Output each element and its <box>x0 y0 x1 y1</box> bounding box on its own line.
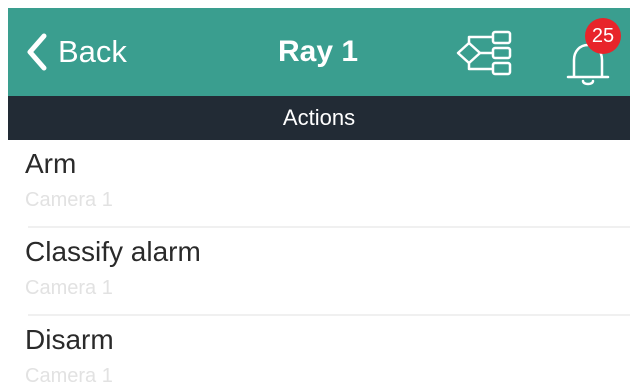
back-button[interactable]: Back <box>26 30 127 74</box>
list-item-classify-alarm[interactable]: Classify alarm Camera 1 <box>0 228 638 316</box>
page-title: Ray 1 <box>277 35 359 68</box>
section-header-actions: Actions <box>8 96 630 140</box>
hierarchy-icon[interactable] <box>455 26 513 80</box>
item-subtitle: Camera 1 <box>25 189 113 211</box>
page: Back Ray 1 25 Actions Arm Camera 1 Class… <box>0 0 638 390</box>
navigation-bar: Back Ray 1 25 <box>8 8 630 96</box>
item-title: Arm <box>25 148 77 179</box>
item-title: Disarm <box>25 324 114 355</box>
notification-badge: 25 <box>585 18 621 54</box>
item-title: Classify alarm <box>25 236 201 267</box>
item-subtitle: Camera 1 <box>25 365 113 387</box>
actions-list: Arm Camera 1 Classify alarm Camera 1 Dis… <box>0 140 638 390</box>
chevron-left-icon <box>27 33 47 71</box>
item-subtitle: Camera 1 <box>25 277 113 299</box>
list-item-arm[interactable]: Arm Camera 1 <box>0 140 638 228</box>
back-label: Back <box>58 34 127 69</box>
notifications-button[interactable]: 25 <box>561 18 621 88</box>
list-item-disarm[interactable]: Disarm Camera 1 <box>0 316 638 390</box>
